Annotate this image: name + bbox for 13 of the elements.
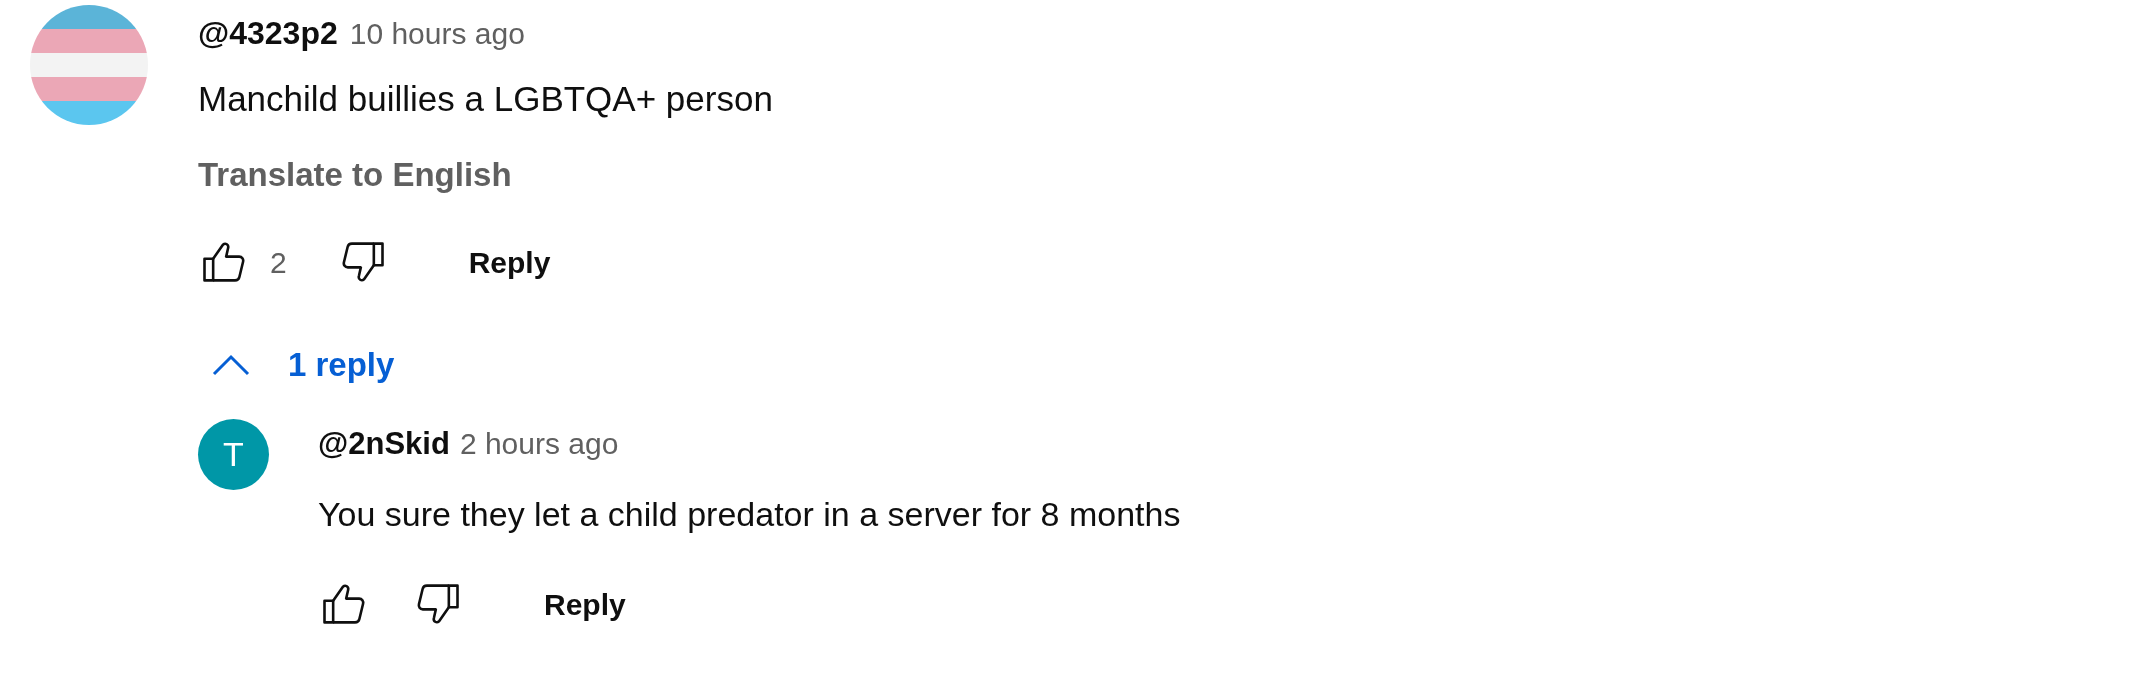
reply-button[interactable]: Reply	[542, 576, 628, 632]
chevron-up-icon	[212, 354, 250, 376]
reply-time[interactable]: 2 hours ago	[459, 421, 619, 466]
comment-author[interactable]: @4323p2	[198, 9, 338, 57]
replies-toggle[interactable]: 1 reply	[212, 337, 395, 393]
reply-button[interactable]: Reply	[466, 234, 553, 290]
translate-link[interactable]: Translate to English	[198, 150, 512, 198]
reply-text: You sure they let a child predator in a server for 8 months	[318, 494, 1181, 535]
reply-author[interactable]: @2nSkid	[318, 421, 450, 468]
comment-time[interactable]: 10 hours ago	[349, 11, 525, 56]
avatar-letter: T	[198, 419, 269, 490]
like-count: 2	[270, 244, 287, 281]
comment-text: Manchild buillies a LGBTQA+ person	[198, 78, 774, 120]
